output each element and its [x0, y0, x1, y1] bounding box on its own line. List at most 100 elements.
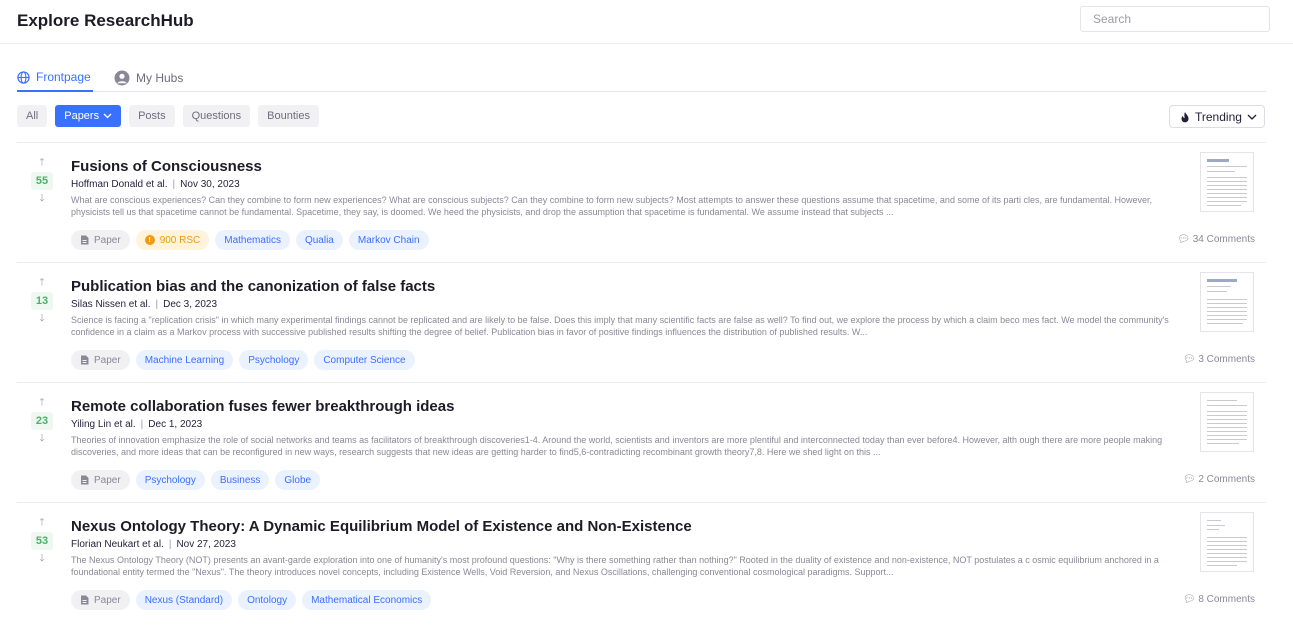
downvote-icon[interactable]: 🡓: [31, 193, 53, 205]
tag-list: Paper Psychology Business Globe: [71, 470, 321, 490]
comments-link[interactable]: 💬︎ 34 Comments: [1177, 234, 1255, 245]
type-label: Paper: [94, 594, 121, 606]
hub-tag[interactable]: Mathematics: [215, 230, 290, 250]
top-bar: Explore ResearchHub: [0, 0, 1293, 44]
score: 13: [31, 292, 53, 310]
tab-my-hubs[interactable]: My Hubs: [114, 64, 183, 92]
paper-meta: Yiling Lin et al. | Dec 1, 2023: [71, 419, 203, 430]
abstract: The Nexus Ontology Theory (NOT) presents…: [71, 555, 1159, 577]
hub-tag[interactable]: Computer Science: [314, 350, 415, 370]
score: 23: [31, 412, 53, 430]
vote-widget: 🡑 55 🡓: [31, 157, 53, 205]
upvote-icon[interactable]: 🡑: [31, 397, 53, 409]
comments-link[interactable]: 💬︎ 8 Comments: [1177, 594, 1255, 605]
filter-papers-label: Papers: [64, 110, 100, 122]
vote-widget: 🡑 23 🡓: [31, 397, 53, 445]
tab-frontpage[interactable]: Frontpage: [17, 64, 93, 92]
paper-title[interactable]: Remote collaboration fuses fewer breakth…: [71, 398, 454, 415]
authors[interactable]: Hoffman Donald et al.: [71, 179, 168, 190]
comments-count: 2 Comments: [1198, 474, 1255, 485]
comments-count: 8 Comments: [1198, 594, 1255, 605]
tag-list: Paper Nexus (Standard) Ontology Mathemat…: [71, 590, 432, 610]
bounty-amount: 900 RSC: [159, 234, 201, 246]
upvote-icon[interactable]: 🡑: [31, 157, 53, 169]
comment-icon: 💬︎: [1182, 594, 1196, 605]
sort-label: Trending: [1195, 109, 1242, 124]
page-title: Explore ResearchHub: [17, 11, 194, 30]
score: 53: [31, 532, 53, 550]
hub-tag[interactable]: Psychology: [135, 470, 205, 490]
tab-my-hubs-label: My Hubs: [136, 71, 184, 85]
paper-title[interactable]: Fusions of Consciousness: [71, 158, 262, 175]
downvote-icon[interactable]: 🡓: [31, 553, 53, 565]
type-badge: Paper: [71, 230, 130, 250]
feed-item: 🡑 55 🡓 Fusions of Consciousness Hoffman …: [17, 142, 1266, 263]
bounty-badge[interactable]: ! 900 RSC: [135, 230, 210, 250]
filter-all[interactable]: All: [17, 105, 48, 127]
date: Dec 1, 2023: [148, 419, 203, 430]
paper-thumbnail[interactable]: [1200, 392, 1254, 452]
search-input[interactable]: [1080, 6, 1270, 32]
authors[interactable]: Silas Nissen et al.: [71, 299, 150, 310]
feed-item: 🡑 53 🡓 Nexus Ontology Theory: A Dynamic …: [17, 502, 1266, 623]
abstract: Theories of innovation emphasize the rol…: [71, 435, 1163, 457]
tag-list: Paper ! 900 RSC Mathematics Qualia Marko…: [71, 230, 429, 250]
downvote-icon[interactable]: 🡓: [31, 313, 53, 325]
comments-link[interactable]: 💬︎ 2 Comments: [1177, 474, 1255, 485]
authors[interactable]: Florian Neukart et al.: [71, 539, 164, 550]
filter-questions[interactable]: Questions: [182, 105, 251, 127]
type-badge: Paper: [71, 590, 130, 610]
filter-questions-label: Questions: [191, 110, 242, 122]
tab-frontpage-label: Frontpage: [36, 70, 91, 84]
paper-title[interactable]: Nexus Ontology Theory: A Dynamic Equilib…: [71, 518, 692, 535]
type-badge: Paper: [71, 350, 130, 370]
filter-papers[interactable]: Papers: [55, 105, 122, 127]
hub-tag[interactable]: Globe: [275, 470, 321, 490]
hub-tag[interactable]: Qualia: [295, 230, 343, 250]
hub-tag[interactable]: Nexus (Standard): [135, 590, 233, 610]
document-icon: [81, 355, 89, 365]
feed-item: 🡑 13 🡓 Publication bias and the canoniza…: [17, 262, 1266, 383]
type-label: Paper: [94, 234, 121, 246]
feed-tabs: Frontpage My Hubs: [17, 64, 1266, 92]
hub-tag[interactable]: Psychology: [239, 350, 309, 370]
comment-icon: 💬︎: [1177, 234, 1190, 245]
flame-icon: [1181, 111, 1189, 122]
document-icon: [81, 595, 89, 605]
document-icon: [81, 475, 89, 485]
vote-widget: 🡑 13 🡓: [31, 277, 53, 325]
hub-tag[interactable]: Machine Learning: [135, 350, 234, 370]
authors[interactable]: Yiling Lin et al.: [71, 419, 136, 430]
filter-bounties[interactable]: Bounties: [258, 105, 319, 127]
type-label: Paper: [94, 354, 121, 366]
sort-dropdown[interactable]: Trending: [1169, 105, 1265, 128]
filter-all-label: All: [26, 110, 39, 122]
score: 55: [31, 172, 53, 190]
chevron-down-icon: [103, 113, 112, 119]
chevron-down-icon: [1247, 114, 1257, 120]
tag-list: Paper Machine Learning Psychology Comput…: [71, 350, 415, 370]
hub-tag[interactable]: Ontology: [238, 590, 297, 610]
upvote-icon[interactable]: 🡑: [31, 277, 53, 289]
type-label: Paper: [94, 474, 121, 486]
paper-thumbnail[interactable]: [1200, 152, 1254, 212]
paper-thumbnail[interactable]: [1200, 512, 1254, 572]
paper-title[interactable]: Publication bias and the canonization of…: [71, 278, 435, 295]
hub-tag[interactable]: Business: [210, 470, 270, 490]
filter-posts[interactable]: Posts: [129, 105, 175, 127]
hub-tag[interactable]: Mathematical Economics: [302, 590, 432, 610]
paper-thumbnail[interactable]: [1200, 272, 1254, 332]
comments-count: 3 Comments: [1198, 354, 1255, 365]
comment-icon: 💬︎: [1182, 354, 1196, 365]
hub-tag[interactable]: Markov Chain: [348, 230, 429, 250]
downvote-icon[interactable]: 🡓: [31, 433, 53, 445]
paper-meta: Silas Nissen et al. | Dec 3, 2023: [71, 299, 218, 310]
paper-meta: Hoffman Donald et al. | Nov 30, 2023: [71, 179, 240, 190]
comments-link[interactable]: 💬︎ 3 Comments: [1177, 354, 1255, 365]
content-type-filters: All Papers Posts Questions Bounties: [17, 105, 319, 127]
date: Nov 30, 2023: [180, 179, 240, 190]
upvote-icon[interactable]: 🡑: [31, 517, 53, 529]
abstract: Science is facing a "replication crisis"…: [71, 315, 1169, 337]
rsc-coin-icon: !: [144, 235, 155, 245]
paper-meta: Florian Neukart et al. | Nov 27, 2023: [71, 539, 236, 550]
